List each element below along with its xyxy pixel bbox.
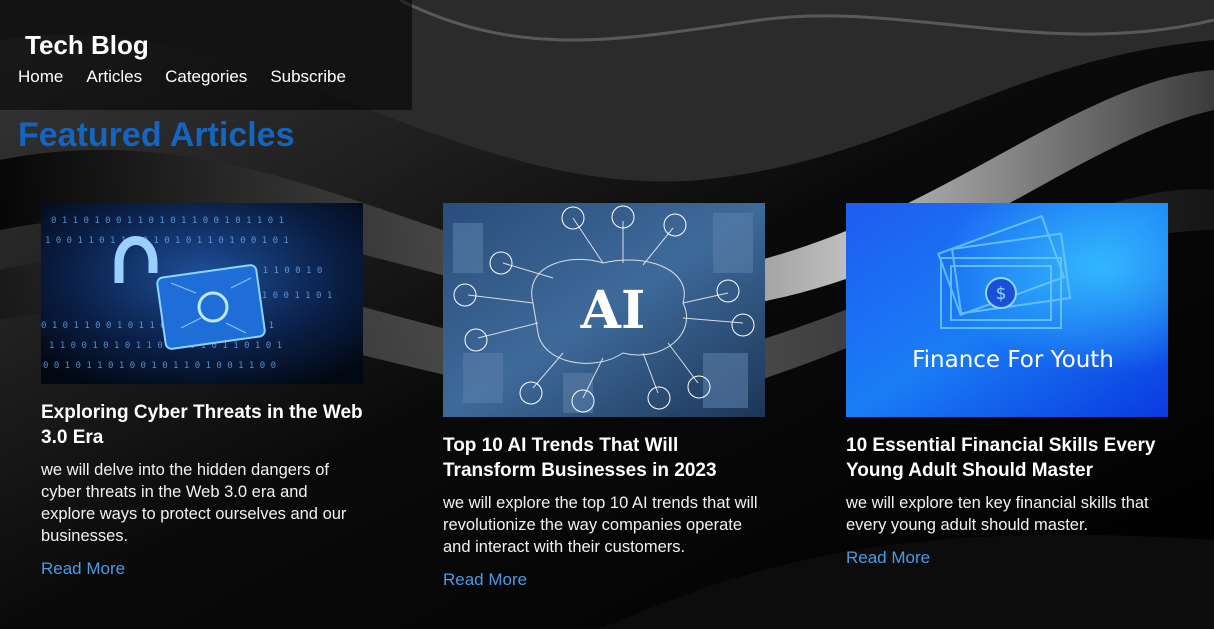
article-excerpt: we will explore the top 10 AI trends tha… bbox=[443, 494, 758, 556]
read-more-link[interactable]: Read More bbox=[443, 569, 768, 591]
svg-text:0 1 1 0 1 0 0 1 1 0 1 0 1 1 0: 0 1 1 0 1 0 0 1 1 0 1 0 1 1 0 0 1 0 1 1 … bbox=[51, 216, 284, 226]
article-card-cyber: 0 1 1 0 1 0 0 1 1 0 1 0 1 1 0 0 1 0 1 1 … bbox=[41, 203, 366, 580]
ai-network-image[interactable]: AI bbox=[443, 203, 765, 417]
svg-text:1 0 0 1 1 0 1 1 0 0 1 0 1 0 1: 1 0 0 1 1 0 1 1 0 0 1 0 1 0 1 1 0 1 0 0 … bbox=[45, 236, 289, 246]
nav-subscribe[interactable]: Subscribe bbox=[270, 66, 346, 88]
main-nav: Home Articles Categories Subscribe bbox=[18, 66, 369, 88]
svg-text:$: $ bbox=[996, 284, 1007, 304]
article-title[interactable]: Top 10 AI Trends That Will Transform Bus… bbox=[443, 433, 768, 483]
svg-text:0 1 0 0 1 1 0 1: 0 1 0 0 1 1 0 1 bbox=[251, 291, 332, 301]
ai-label: AI bbox=[580, 280, 646, 341]
read-more-link[interactable]: Read More bbox=[846, 547, 1171, 569]
money-bill-image[interactable]: $ Finance For Youth bbox=[846, 203, 1168, 417]
padlock-binary-image[interactable]: 0 1 1 0 1 0 0 1 1 0 1 0 1 1 0 0 1 0 1 1 … bbox=[41, 203, 363, 384]
svg-text:0 0 1 0 1 1 0 1 0 0 1 0 1 1 0: 0 0 1 0 1 1 0 1 0 0 1 0 1 1 0 1 0 0 1 1 … bbox=[43, 361, 276, 371]
finance-label: Finance For Youth bbox=[912, 347, 1114, 373]
read-more-link[interactable]: Read More bbox=[41, 558, 366, 580]
nav-home[interactable]: Home bbox=[18, 66, 63, 88]
article-excerpt: we will delve into the hidden dangers of… bbox=[41, 461, 347, 545]
nav-categories[interactable]: Categories bbox=[165, 66, 247, 88]
article-title[interactable]: 10 Essential Financial Skills Every Youn… bbox=[846, 433, 1171, 483]
article-excerpt: we will explore ten key financial skills… bbox=[846, 494, 1149, 534]
article-card-finance: $ Finance For Youth 10 Essential Financi… bbox=[846, 203, 1171, 569]
article-card-ai: AI Top 10 AI Trends That Will Transform … bbox=[443, 203, 768, 591]
article-title[interactable]: Exploring Cyber Threats in the Web 3.0 E… bbox=[41, 400, 366, 450]
site-header: Tech Blog Home Articles Categories Subsc… bbox=[0, 0, 412, 110]
site-title[interactable]: Tech Blog bbox=[25, 29, 149, 61]
featured-heading: Featured Articles bbox=[18, 116, 295, 154]
nav-articles[interactable]: Articles bbox=[86, 66, 142, 88]
